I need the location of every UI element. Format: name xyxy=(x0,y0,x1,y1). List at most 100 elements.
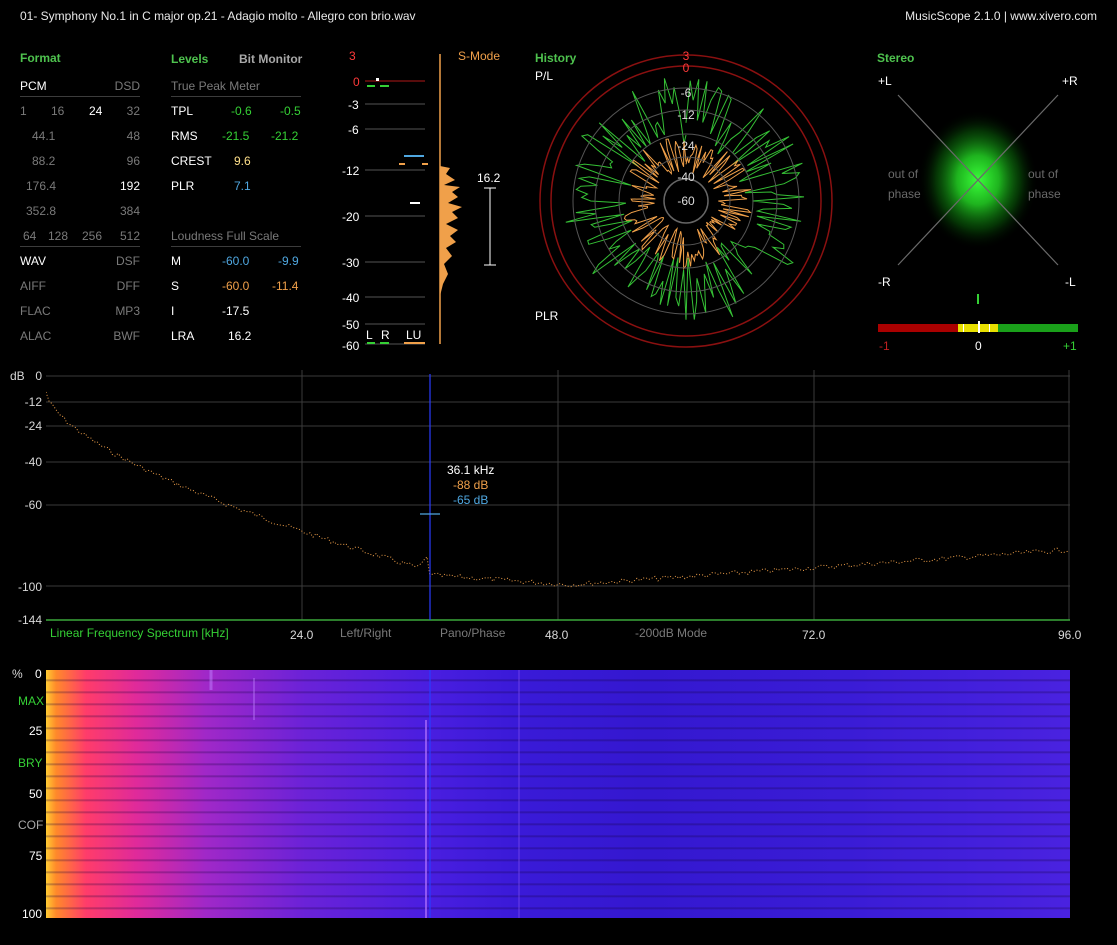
loudness-label: Loudness Full Scale xyxy=(171,229,280,243)
stereo-plus-r: +R xyxy=(1062,74,1078,88)
pcm-label: PCM xyxy=(20,79,47,93)
container-aiff: AIFF xyxy=(20,279,46,293)
ring-m24: -24 xyxy=(677,139,695,153)
x-tick-96: 96.0 xyxy=(1058,628,1082,642)
pano-phase-mode-button[interactable]: Pano/Phase xyxy=(440,626,505,640)
bit-monitor-tab[interactable]: Bit Monitor xyxy=(239,52,302,66)
x-tick-24: 24.0 xyxy=(290,628,314,642)
format-header: Format xyxy=(20,51,61,65)
container-dff: DFF xyxy=(116,279,140,293)
i-label: I xyxy=(171,304,175,318)
tpl-right-value: -0.5 xyxy=(280,104,301,118)
meter-scale-m6: -6 xyxy=(348,123,359,137)
container-bwf: BWF xyxy=(113,329,140,343)
db200-mode-button[interactable]: -200dB Mode xyxy=(635,626,707,640)
spec-y-0: 0 xyxy=(35,369,42,383)
rate-352-8: 352.8 xyxy=(26,204,57,218)
meter-label-lu: LU xyxy=(406,328,422,342)
s-value-a: -60.0 xyxy=(222,279,250,293)
bit-32: 32 xyxy=(126,104,140,118)
m-value-a: -60.0 xyxy=(222,254,250,268)
cursor-left-db: -88 dB xyxy=(453,478,489,492)
container-mp3: MP3 xyxy=(115,304,140,318)
dsd-128: 128 xyxy=(48,229,69,243)
rate-44-1: 44.1 xyxy=(32,129,56,143)
app-name: MusicScope 2.1.0 | www.xivero.com xyxy=(905,9,1097,23)
meter-scale-m3: -3 xyxy=(348,98,359,112)
plr-value: 7.1 xyxy=(234,179,251,193)
tpl-left-value: -0.6 xyxy=(231,104,252,118)
rate-48: 48 xyxy=(126,129,140,143)
out-of-phase-right: out of phase xyxy=(1028,167,1061,201)
lra-value: 16.2 xyxy=(228,329,252,343)
out-of-phase-left: out of phase xyxy=(888,167,921,201)
container-wav: WAV xyxy=(20,254,46,268)
levels-header: Levels xyxy=(171,52,209,66)
spec-y-m60: -60 xyxy=(24,498,42,512)
ring-m6: -6 xyxy=(681,86,692,100)
rate-96: 96 xyxy=(126,154,140,168)
spectrogram-unit: % xyxy=(12,667,23,681)
container-alac: ALAC xyxy=(20,329,52,343)
frequency-spectrum-plot xyxy=(46,370,1070,621)
true-peak-label: True Peak Meter xyxy=(171,79,260,93)
stereo-minus-r: -R xyxy=(878,275,891,289)
crest-value: 9.6 xyxy=(234,154,251,168)
max-mode-button[interactable]: MAX xyxy=(18,694,44,708)
meter-scale-m50: -50 xyxy=(342,318,360,332)
stereo-header: Stereo xyxy=(877,51,915,65)
spectrogram-overlay xyxy=(209,670,520,918)
spec-y-m24: -24 xyxy=(24,419,42,433)
level-meter xyxy=(365,54,496,345)
cursor-right-db: -65 dB xyxy=(453,493,489,507)
plr-label: PLR xyxy=(171,179,195,193)
cursor-frequency: 36.1 kHz xyxy=(447,463,495,477)
window-title: 01- Symphony No.1 in C major op.21 - Ada… xyxy=(20,9,416,23)
meter-scale-3: 3 xyxy=(349,49,356,63)
ring-m60: -60 xyxy=(677,194,695,208)
history-polar-plot: 3 0 -6 -12 -24 -40 -60 xyxy=(539,49,833,348)
correlation-meter xyxy=(878,321,1078,333)
correlation-indicator xyxy=(977,294,979,304)
spectrogram-y-25: 25 xyxy=(29,724,43,738)
bit-1: 1 xyxy=(20,104,27,118)
meter-scale-m30: -30 xyxy=(342,256,360,270)
meter-scale-m40: -40 xyxy=(342,291,360,305)
lra-label: LRA xyxy=(171,329,195,343)
tpl-label: TPL xyxy=(171,104,194,118)
s-mode-toggle[interactable]: S-Mode xyxy=(458,49,500,63)
rms-left-value: -21.5 xyxy=(222,129,250,143)
s-label: S xyxy=(171,279,180,293)
spectrogram-y-0: 0 xyxy=(35,667,42,681)
spectrogram-y-100: 100 xyxy=(22,907,43,921)
dsd-256: 256 xyxy=(82,229,103,243)
rate-176-4: 176.4 xyxy=(26,179,57,193)
rate-192: 192 xyxy=(119,179,140,193)
corr-max: +1 xyxy=(1063,339,1077,353)
ring-m12: -12 xyxy=(677,108,695,122)
rms-right-value: -21.2 xyxy=(271,129,299,143)
cof-mode-button[interactable]: COF xyxy=(18,818,43,832)
spec-y-m12: -12 xyxy=(24,395,42,409)
corr-zero: 0 xyxy=(975,339,982,353)
left-right-mode-button[interactable]: Left/Right xyxy=(340,626,391,640)
ring-m40: -40 xyxy=(677,170,695,184)
i-value: -17.5 xyxy=(222,304,250,318)
container-flac: FLAC xyxy=(20,304,51,318)
spectrum-title: Linear Frequency Spectrum [kHz] xyxy=(50,626,229,640)
x-tick-72: 72.0 xyxy=(802,628,826,642)
meter-label-l: L xyxy=(366,328,373,342)
dsd-label: DSD xyxy=(114,79,140,93)
stereo-plus-l: +L xyxy=(878,74,892,88)
spectrogram-y-50: 50 xyxy=(29,787,43,801)
m-value-b: -9.9 xyxy=(278,254,299,268)
rms-label: RMS xyxy=(171,129,198,143)
bit-24: 24 xyxy=(89,104,103,118)
stereo-minus-l: -L xyxy=(1065,275,1076,289)
dsd-512: 512 xyxy=(119,229,140,243)
bry-mode-button[interactable]: BRY xyxy=(18,756,42,770)
crest-label: CREST xyxy=(171,154,212,168)
meter-scale-0: 0 xyxy=(353,75,360,89)
rate-88-2: 88.2 xyxy=(32,154,56,168)
bit-16: 16 xyxy=(51,104,65,118)
